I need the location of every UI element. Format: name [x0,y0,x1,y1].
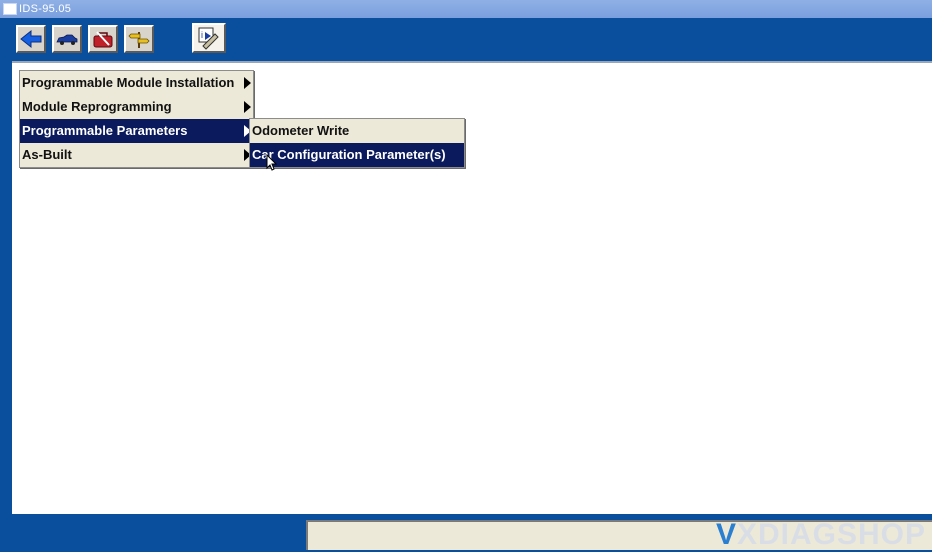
signpost-icon [128,32,150,48]
app-window-icon [3,3,17,15]
signpost-button[interactable] [124,25,154,53]
status-bar: VXDIAGSHOP [0,514,932,552]
window-title: IDS-95.05 [19,3,72,15]
watermark: VXDIAGSHOP [715,518,926,551]
mouse-cursor-icon [266,154,278,171]
back-button[interactable] [16,25,46,53]
submenu: Odometer Write Car Configuration Paramet… [249,118,465,168]
svg-text:i: i [201,30,203,40]
toolbox-button[interactable] [88,25,118,53]
module-programming-icon: i [198,27,219,50]
menu-item-module-reprogramming[interactable]: Module Reprogramming [20,95,253,119]
vehicle-icon [56,34,78,45]
vehicle-button[interactable] [52,25,82,53]
menu-item-label: As-Built [22,147,72,162]
menu-item-as-built[interactable]: As-Built [20,143,253,167]
back-arrow-icon [20,29,42,49]
submenu-item-label: Car Configuration Parameter(s) [252,147,446,162]
submenu-item-label: Odometer Write [252,123,350,138]
menu-item-label: Module Reprogramming [22,99,172,114]
menu-item-programmable-module-installation[interactable]: Programmable Module Installation [20,71,253,95]
menu-item-label: Programmable Parameters [22,123,188,138]
toolbox-icon [93,31,113,48]
submenu-arrow-icon [244,77,251,89]
submenu-arrow-icon [244,101,251,113]
toolbar: i [0,18,932,56]
submenu-item-car-configuration-parameters[interactable]: Car Configuration Parameter(s) [250,143,464,167]
submenu-item-odometer-write[interactable]: Odometer Write [250,119,464,143]
menu-item-programmable-parameters[interactable]: Programmable Parameters [20,119,253,143]
main-menu: Programmable Module Installation Module … [19,70,254,168]
title-bar: IDS-95.05 [0,0,932,18]
menu-item-label: Programmable Module Installation [22,75,235,90]
module-programming-button[interactable]: i [192,23,226,53]
